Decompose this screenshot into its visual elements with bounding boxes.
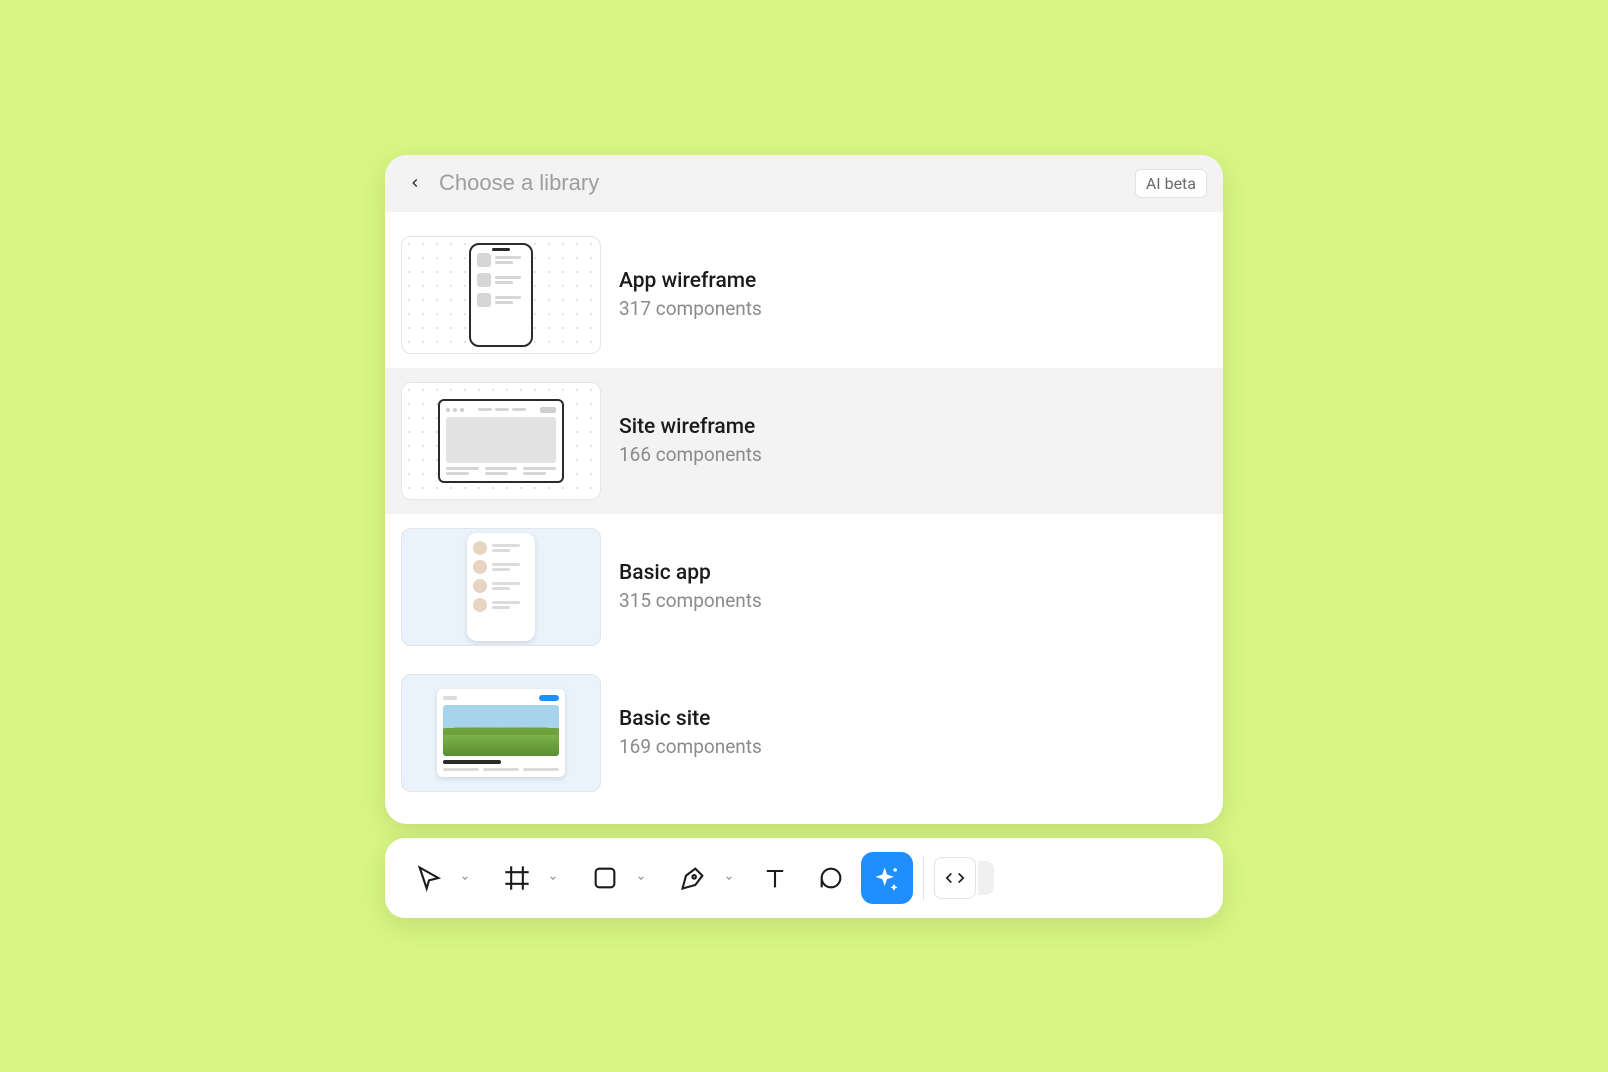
library-item-title: Basic app — [619, 561, 762, 585]
panel-header: AI beta — [385, 155, 1223, 212]
pen-tool-button[interactable] — [667, 852, 719, 904]
phone-app-icon — [467, 533, 535, 641]
dev-mode-button[interactable] — [934, 857, 976, 899]
library-item-basic-app[interactable]: Basic app 315 components — [385, 514, 1223, 660]
dev-mode-toggle-handle[interactable] — [978, 861, 994, 895]
library-item-basic-site[interactable]: Basic site 169 components — [385, 660, 1223, 806]
library-item-app-wireframe[interactable]: App wireframe 317 components — [385, 222, 1223, 368]
cursor-icon — [415, 864, 443, 892]
frame-icon — [503, 864, 531, 892]
ai-tool-button[interactable] — [861, 852, 913, 904]
library-item-subtitle: 317 components — [619, 297, 762, 320]
library-thumbnail — [401, 528, 601, 646]
library-item-text: Basic site 169 components — [619, 707, 762, 758]
library-item-subtitle: 166 components — [619, 443, 762, 466]
back-button[interactable] — [401, 169, 429, 197]
library-item-title: Basic site — [619, 707, 762, 731]
chevron-down-icon — [460, 873, 470, 883]
library-item-site-wireframe[interactable]: Site wireframe 166 components — [385, 368, 1223, 514]
move-tool-chevron[interactable] — [455, 852, 475, 904]
toolbar-divider — [923, 856, 924, 900]
text-icon — [761, 864, 789, 892]
code-icon — [944, 867, 966, 889]
ai-beta-badge: AI beta — [1135, 169, 1207, 198]
library-item-text: Site wireframe 166 components — [619, 415, 762, 466]
tool-group-frame — [485, 850, 569, 906]
library-picker-panel: AI beta App wireframe 317 components — [385, 155, 1223, 824]
library-thumbnail — [401, 382, 601, 500]
chevron-down-icon — [548, 873, 558, 883]
frame-tool-button[interactable] — [491, 852, 543, 904]
phone-wireframe-icon — [469, 243, 533, 347]
library-item-title: App wireframe — [619, 269, 762, 293]
library-thumbnail — [401, 236, 601, 354]
library-list: App wireframe 317 components Site wiref — [385, 212, 1223, 824]
shape-tool-chevron[interactable] — [631, 852, 651, 904]
tool-group-move — [397, 850, 481, 906]
tool-group-pen — [661, 850, 745, 906]
tool-group-shape — [573, 850, 657, 906]
library-thumbnail — [401, 674, 601, 792]
library-item-text: App wireframe 317 components — [619, 269, 762, 320]
library-search-input[interactable] — [439, 170, 1125, 196]
library-item-subtitle: 315 components — [619, 589, 762, 612]
rectangle-icon — [591, 864, 619, 892]
chevron-left-icon — [408, 176, 422, 190]
toolbar — [385, 838, 1223, 918]
library-item-text: Basic app 315 components — [619, 561, 762, 612]
chevron-down-icon — [724, 873, 734, 883]
library-item-title: Site wireframe — [619, 415, 762, 439]
comment-icon — [817, 864, 845, 892]
text-tool-button[interactable] — [749, 852, 801, 904]
browser-wireframe-icon — [438, 399, 564, 483]
chevron-down-icon — [636, 873, 646, 883]
sparkle-icon — [873, 864, 901, 892]
library-item-subtitle: 169 components — [619, 735, 762, 758]
frame-tool-chevron[interactable] — [543, 852, 563, 904]
move-tool-button[interactable] — [403, 852, 455, 904]
browser-site-icon — [437, 689, 565, 777]
pen-icon — [679, 864, 707, 892]
comment-tool-button[interactable] — [805, 852, 857, 904]
shape-tool-button[interactable] — [579, 852, 631, 904]
pen-tool-chevron[interactable] — [719, 852, 739, 904]
